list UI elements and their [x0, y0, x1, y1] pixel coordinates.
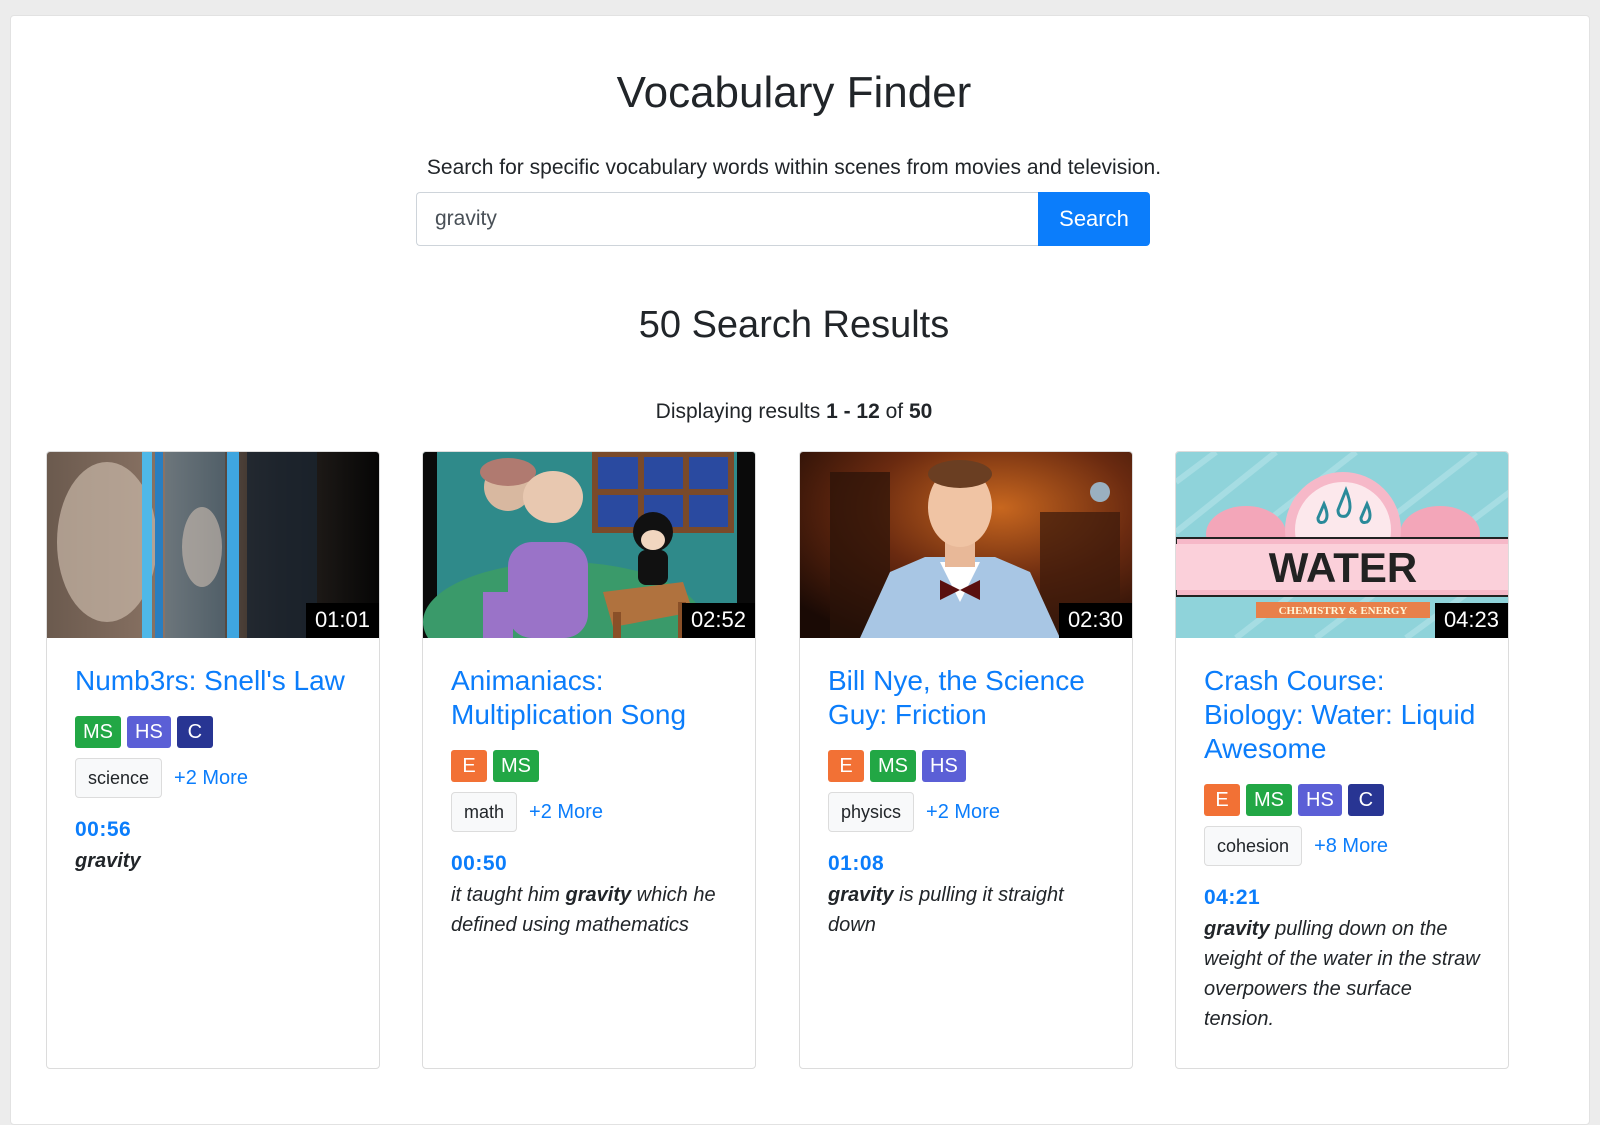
results-meta-of: of [879, 400, 909, 423]
quote-keyword: gravity [75, 850, 141, 872]
result-card: WATER CHEMISTRY & ENERGY 04:23 Crash Cou… [1175, 451, 1509, 1069]
page-subtitle: Search for specific vocabulary words wit… [426, 156, 1162, 179]
level-badges: E MS HS C [1204, 784, 1480, 816]
subject-tags: physics +2 More [828, 792, 1104, 832]
thumbnail-title-text: WATER [1269, 544, 1418, 591]
subject-tags: science +2 More [75, 758, 351, 798]
scene-quote: it taught him gravity which he defined u… [451, 880, 727, 940]
level-badges: E MS HS [828, 750, 1104, 782]
subject-tag[interactable]: science [75, 758, 163, 798]
page-title: Vocabulary Finder [616, 68, 972, 117]
thumbnail-subtitle-text: CHEMISTRY & ENERGY [1279, 605, 1408, 617]
level-badge-hs: HS [922, 750, 966, 782]
scene-timestamp[interactable]: 00:56 [75, 818, 351, 842]
video-duration: 01:01 [305, 603, 379, 638]
level-badge-ms: MS [870, 750, 916, 782]
more-tags-link[interactable]: +2 More [926, 801, 1000, 824]
quote-before: it taught him [451, 884, 566, 906]
results-total: 50 [908, 400, 933, 423]
result-card: 01:01 Numb3rs: Snell's Law MS HS C scien… [46, 451, 380, 1069]
level-badge-ms: MS [493, 750, 539, 782]
video-title-link[interactable]: Bill Nye, the Science Guy: Friction [828, 664, 1104, 732]
video-duration: 02:52 [681, 603, 755, 638]
subject-tags: cohesion +8 More [1204, 826, 1480, 866]
level-badge-c: C [1347, 784, 1384, 816]
result-card: 02:52 Animaniacs: Multiplication Song E … [422, 451, 756, 1069]
main-panel: Vocabulary Finder Search for specific vo… [10, 15, 1590, 1125]
more-tags-link[interactable]: +8 More [1314, 835, 1388, 858]
more-tags-link[interactable]: +2 More [529, 801, 603, 824]
level-badge-c: C [176, 716, 213, 748]
video-duration: 04:23 [1434, 603, 1508, 638]
scene-timestamp[interactable]: 01:08 [828, 852, 1104, 876]
level-badges: E MS [451, 750, 727, 782]
subject-tag[interactable]: cohesion [1204, 826, 1303, 866]
scene-quote: gravity [75, 846, 351, 876]
video-title-link[interactable]: Animaniacs: Multiplication Song [451, 664, 727, 732]
level-badge-ms: MS [1246, 784, 1292, 816]
scene-quote: gravity is pulling it straight down [828, 880, 1104, 940]
quote-keyword: gravity [828, 884, 894, 906]
results-heading: 50 Search Results [638, 304, 950, 346]
scene-timestamp[interactable]: 04:21 [1204, 886, 1480, 910]
subject-tag[interactable]: physics [828, 792, 915, 832]
search-bar: Search [416, 192, 1150, 246]
level-badge-e: E [1204, 784, 1240, 816]
video-thumbnail[interactable]: 01:01 [47, 452, 379, 638]
scene-quote: gravity pulling down on the weight of th… [1204, 914, 1480, 1034]
results-meta-prefix: Displaying results [655, 400, 827, 423]
level-badges: MS HS C [75, 716, 351, 748]
subject-tag[interactable]: math [451, 792, 518, 832]
level-badge-hs: HS [1298, 784, 1342, 816]
search-input[interactable] [416, 192, 1038, 246]
level-badge-e: E [828, 750, 864, 782]
video-title-link[interactable]: Crash Course: Biology: Water: Liquid Awe… [1204, 664, 1480, 766]
level-badge-ms: MS [75, 716, 121, 748]
video-thumbnail[interactable]: 02:30 [800, 452, 1132, 638]
level-badge-hs: HS [127, 716, 171, 748]
subject-tags: math +2 More [451, 792, 727, 832]
search-button[interactable]: Search [1038, 192, 1150, 246]
quote-keyword: gravity [1204, 918, 1270, 940]
video-thumbnail[interactable]: WATER CHEMISTRY & ENERGY 04:23 [1176, 452, 1508, 638]
level-badge-e: E [451, 750, 487, 782]
video-title-link[interactable]: Numb3rs: Snell's Law [75, 664, 351, 698]
results-meta: Displaying results 1 - 12 of 50 [11, 400, 1577, 424]
video-duration: 02:30 [1058, 603, 1132, 638]
more-tags-link[interactable]: +2 More [174, 767, 248, 790]
results-range: 1 - 12 [826, 400, 880, 423]
scene-timestamp[interactable]: 00:50 [451, 852, 727, 876]
video-thumbnail[interactable]: 02:52 [423, 452, 755, 638]
result-card: 02:30 Bill Nye, the Science Guy: Frictio… [799, 451, 1133, 1069]
quote-keyword: gravity [565, 884, 632, 906]
